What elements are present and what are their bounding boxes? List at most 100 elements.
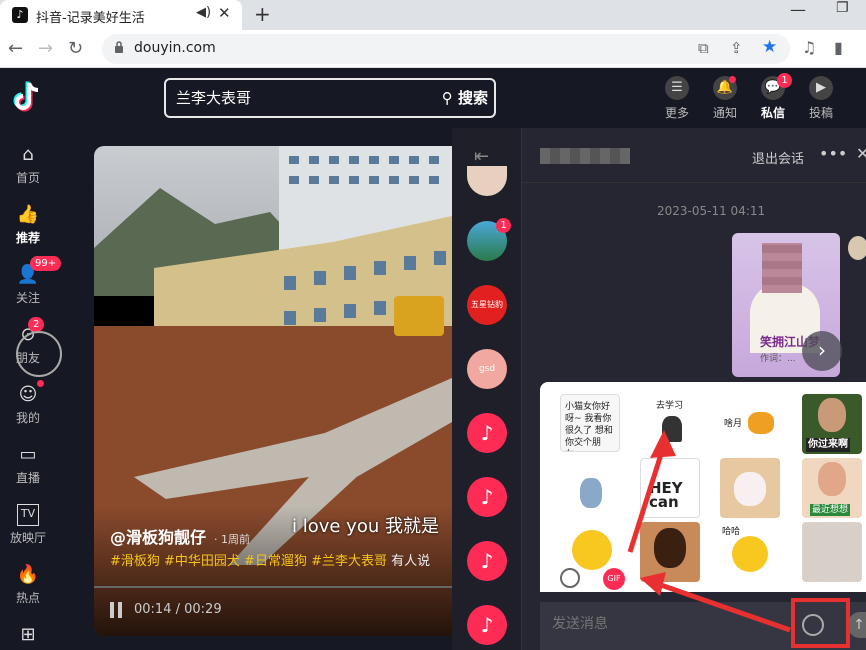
tv-icon: TV [17, 504, 39, 526]
chevron-right-icon[interactable]: › [802, 331, 842, 371]
sidebar-item-label: 关注 [15, 291, 40, 305]
sidebar-item-label: 我的 [15, 411, 40, 425]
search-icon: ⚲ [441, 89, 453, 107]
close-icon[interactable]: ✕ [856, 144, 866, 163]
sidebar-item-recommend[interactable]: 👍 推荐 [0, 204, 56, 246]
conversation-avatar[interactable]: gsd [467, 349, 507, 389]
current-time: 00:14 [134, 602, 172, 617]
gif-tab-icon[interactable]: GIF [603, 568, 625, 590]
browser-tab[interactable]: ♪ 抖音-记录美好生活 ◀) ✕ [0, 0, 242, 30]
sidebar-item-home[interactable]: ⌂ 首页 [0, 144, 56, 186]
exit-chat-button[interactable]: 退出会话 [752, 148, 804, 167]
media-control-icon[interactable]: ♫ [802, 38, 816, 57]
sidebar-item-game[interactable]: ⊞ [0, 624, 56, 649]
sticker-item[interactable] [560, 458, 620, 518]
self-avatar [848, 236, 866, 260]
share-icon[interactable]: ⇪ [730, 39, 743, 57]
search-input[interactable] [176, 88, 416, 106]
header-item-label: 通知 [712, 106, 737, 120]
collapse-list-icon[interactable]: ⇤ [474, 146, 489, 167]
omnibox[interactable]: douyin.com ⧉ ⇪ ★ [102, 34, 790, 64]
forward-arrow-icon[interactable]: → [38, 38, 53, 59]
conversation-avatar[interactable]: 五星钻豹 [467, 285, 507, 325]
mine-notification-dot [37, 380, 44, 387]
video-author[interactable]: @滑板狗靓仔 · 1周前 [110, 524, 250, 548]
message-image-subcaption: 作词：... [760, 354, 796, 364]
sticker-text: 你过来啊 [806, 438, 850, 452]
search-button[interactable]: ⚲ 搜索 [442, 87, 488, 108]
douyin-avatar-icon[interactable]: ♪ [467, 541, 507, 581]
reload-icon[interactable]: ↻ [68, 38, 83, 59]
video-progress-bar[interactable] [94, 586, 452, 588]
search-button-label: 搜索 [457, 89, 488, 107]
contact-name-blurred [540, 148, 630, 164]
duration: 00:29 [184, 602, 222, 617]
sidebar-item-live[interactable]: ▭ 直播 [0, 444, 56, 486]
lock-icon [115, 41, 123, 53]
author-name[interactable]: @滑板狗靓仔 [110, 528, 206, 547]
douyin-avatar-icon[interactable]: ♪ [467, 413, 507, 453]
browser-tab-bar: ♪ 抖音-记录美好生活 ◀) ✕ + — ❐ [0, 0, 866, 30]
sticker-text: HEY can [649, 479, 683, 511]
live-camera-icon: ▭ [19, 444, 37, 465]
gamepad-icon: ⊞ [20, 624, 36, 645]
url-text: douyin.com [134, 40, 216, 56]
sidebar-item-mine[interactable]: ☺ 我的 [0, 384, 56, 426]
sticker-item[interactable]: 最近想想 [802, 458, 862, 518]
back-arrow-icon[interactable]: ← [8, 38, 23, 59]
sticker-item[interactable]: 啥月 [720, 394, 780, 454]
sticker-item[interactable]: 去学习 [640, 394, 700, 454]
sticker-item[interactable]: HEY can [640, 458, 700, 518]
sticker-text: 最近想想 [810, 504, 851, 516]
sticker-text: 啥月 [724, 419, 743, 429]
previous-video-icon[interactable] [16, 331, 62, 377]
pause-icon[interactable] [110, 602, 124, 618]
message-input[interactable] [552, 616, 772, 632]
douyin-favicon-icon: ♪ [12, 7, 28, 23]
open-external-icon[interactable]: ⧉ [698, 39, 709, 57]
conversation-avatar[interactable] [467, 166, 507, 196]
sticker-item[interactable]: 小猫女你好呀~ 我看你很久了 想和你交个朋友... [560, 394, 620, 452]
new-tab-icon[interactable]: + [254, 2, 271, 26]
sidebar-item-hot[interactable]: 🔥 热点 [0, 564, 56, 606]
douyin-logo-icon[interactable] [12, 80, 46, 114]
send-arrow-icon[interactable]: ↑ [848, 612, 866, 638]
side-panel-icon[interactable]: ▮ [834, 38, 843, 57]
douyin-avatar-icon[interactable]: ♪ [467, 605, 507, 645]
close-tab-icon[interactable]: ✕ [218, 4, 231, 22]
video-player[interactable]: i love you 我就是 @滑板狗靓仔 · 1周前 #滑板狗 #中华田园犬 #… [94, 146, 452, 636]
video-subtitle: i love you 我就是 [292, 516, 439, 537]
header-more[interactable]: ☰ 更多 [657, 76, 697, 121]
time-separator: / [171, 602, 185, 617]
header-item-label: 私信 [760, 106, 785, 120]
emoji-tab-icon[interactable] [560, 568, 580, 588]
browser-address-bar: ← → ↻ douyin.com ⧉ ⇪ ★ ♫ ▮ [0, 30, 866, 68]
sticker-item[interactable] [720, 458, 780, 518]
tag-list[interactable]: #滑板狗 #中华田园犬 #日常遛狗 #兰李大表哥 [110, 554, 387, 569]
sticker-item[interactable]: 你过来啊 [802, 394, 862, 454]
sticker-item[interactable] [640, 522, 700, 582]
sticker-item[interactable] [802, 522, 862, 582]
header-notifications[interactable]: 🔔 通知 [705, 76, 745, 121]
window-minimize-icon[interactable]: — [790, 0, 806, 19]
sidebar-item-label: 直播 [15, 471, 40, 485]
home-icon: ⌂ [22, 144, 34, 165]
sticker-text: 小猫女你好呀~ 我看你很久了 想和你交个朋友... [565, 402, 613, 451]
header-item-label: 投稿 [808, 106, 833, 120]
window-restore-icon[interactable]: ❐ [836, 0, 849, 16]
menu-icon: ☰ [665, 76, 689, 100]
douyin-avatar-icon[interactable]: ♪ [467, 477, 507, 517]
bookmark-star-icon[interactable]: ★ [762, 37, 777, 57]
video-tags[interactable]: #滑板狗 #中华田园犬 #日常遛狗 #兰李大表哥 有人说 [110, 550, 430, 569]
header-upload[interactable]: ▶ 投稿 [801, 76, 841, 121]
sticker-item[interactable]: 哈哈 [720, 522, 780, 582]
tags-more: 有人说 [391, 554, 431, 569]
sidebar-item-label: 首页 [15, 171, 40, 185]
more-options-icon[interactable]: ••• [819, 144, 847, 163]
sticker-text: 去学习 [656, 401, 684, 411]
sidebar-item-label: 热点 [15, 591, 40, 605]
upload-video-icon: ▶ [809, 76, 833, 100]
sidebar-item-theater[interactable]: TV 放映厅 [0, 504, 56, 546]
speaker-icon[interactable]: ◀) [196, 5, 211, 20]
annotation-highlight-box [791, 598, 850, 648]
